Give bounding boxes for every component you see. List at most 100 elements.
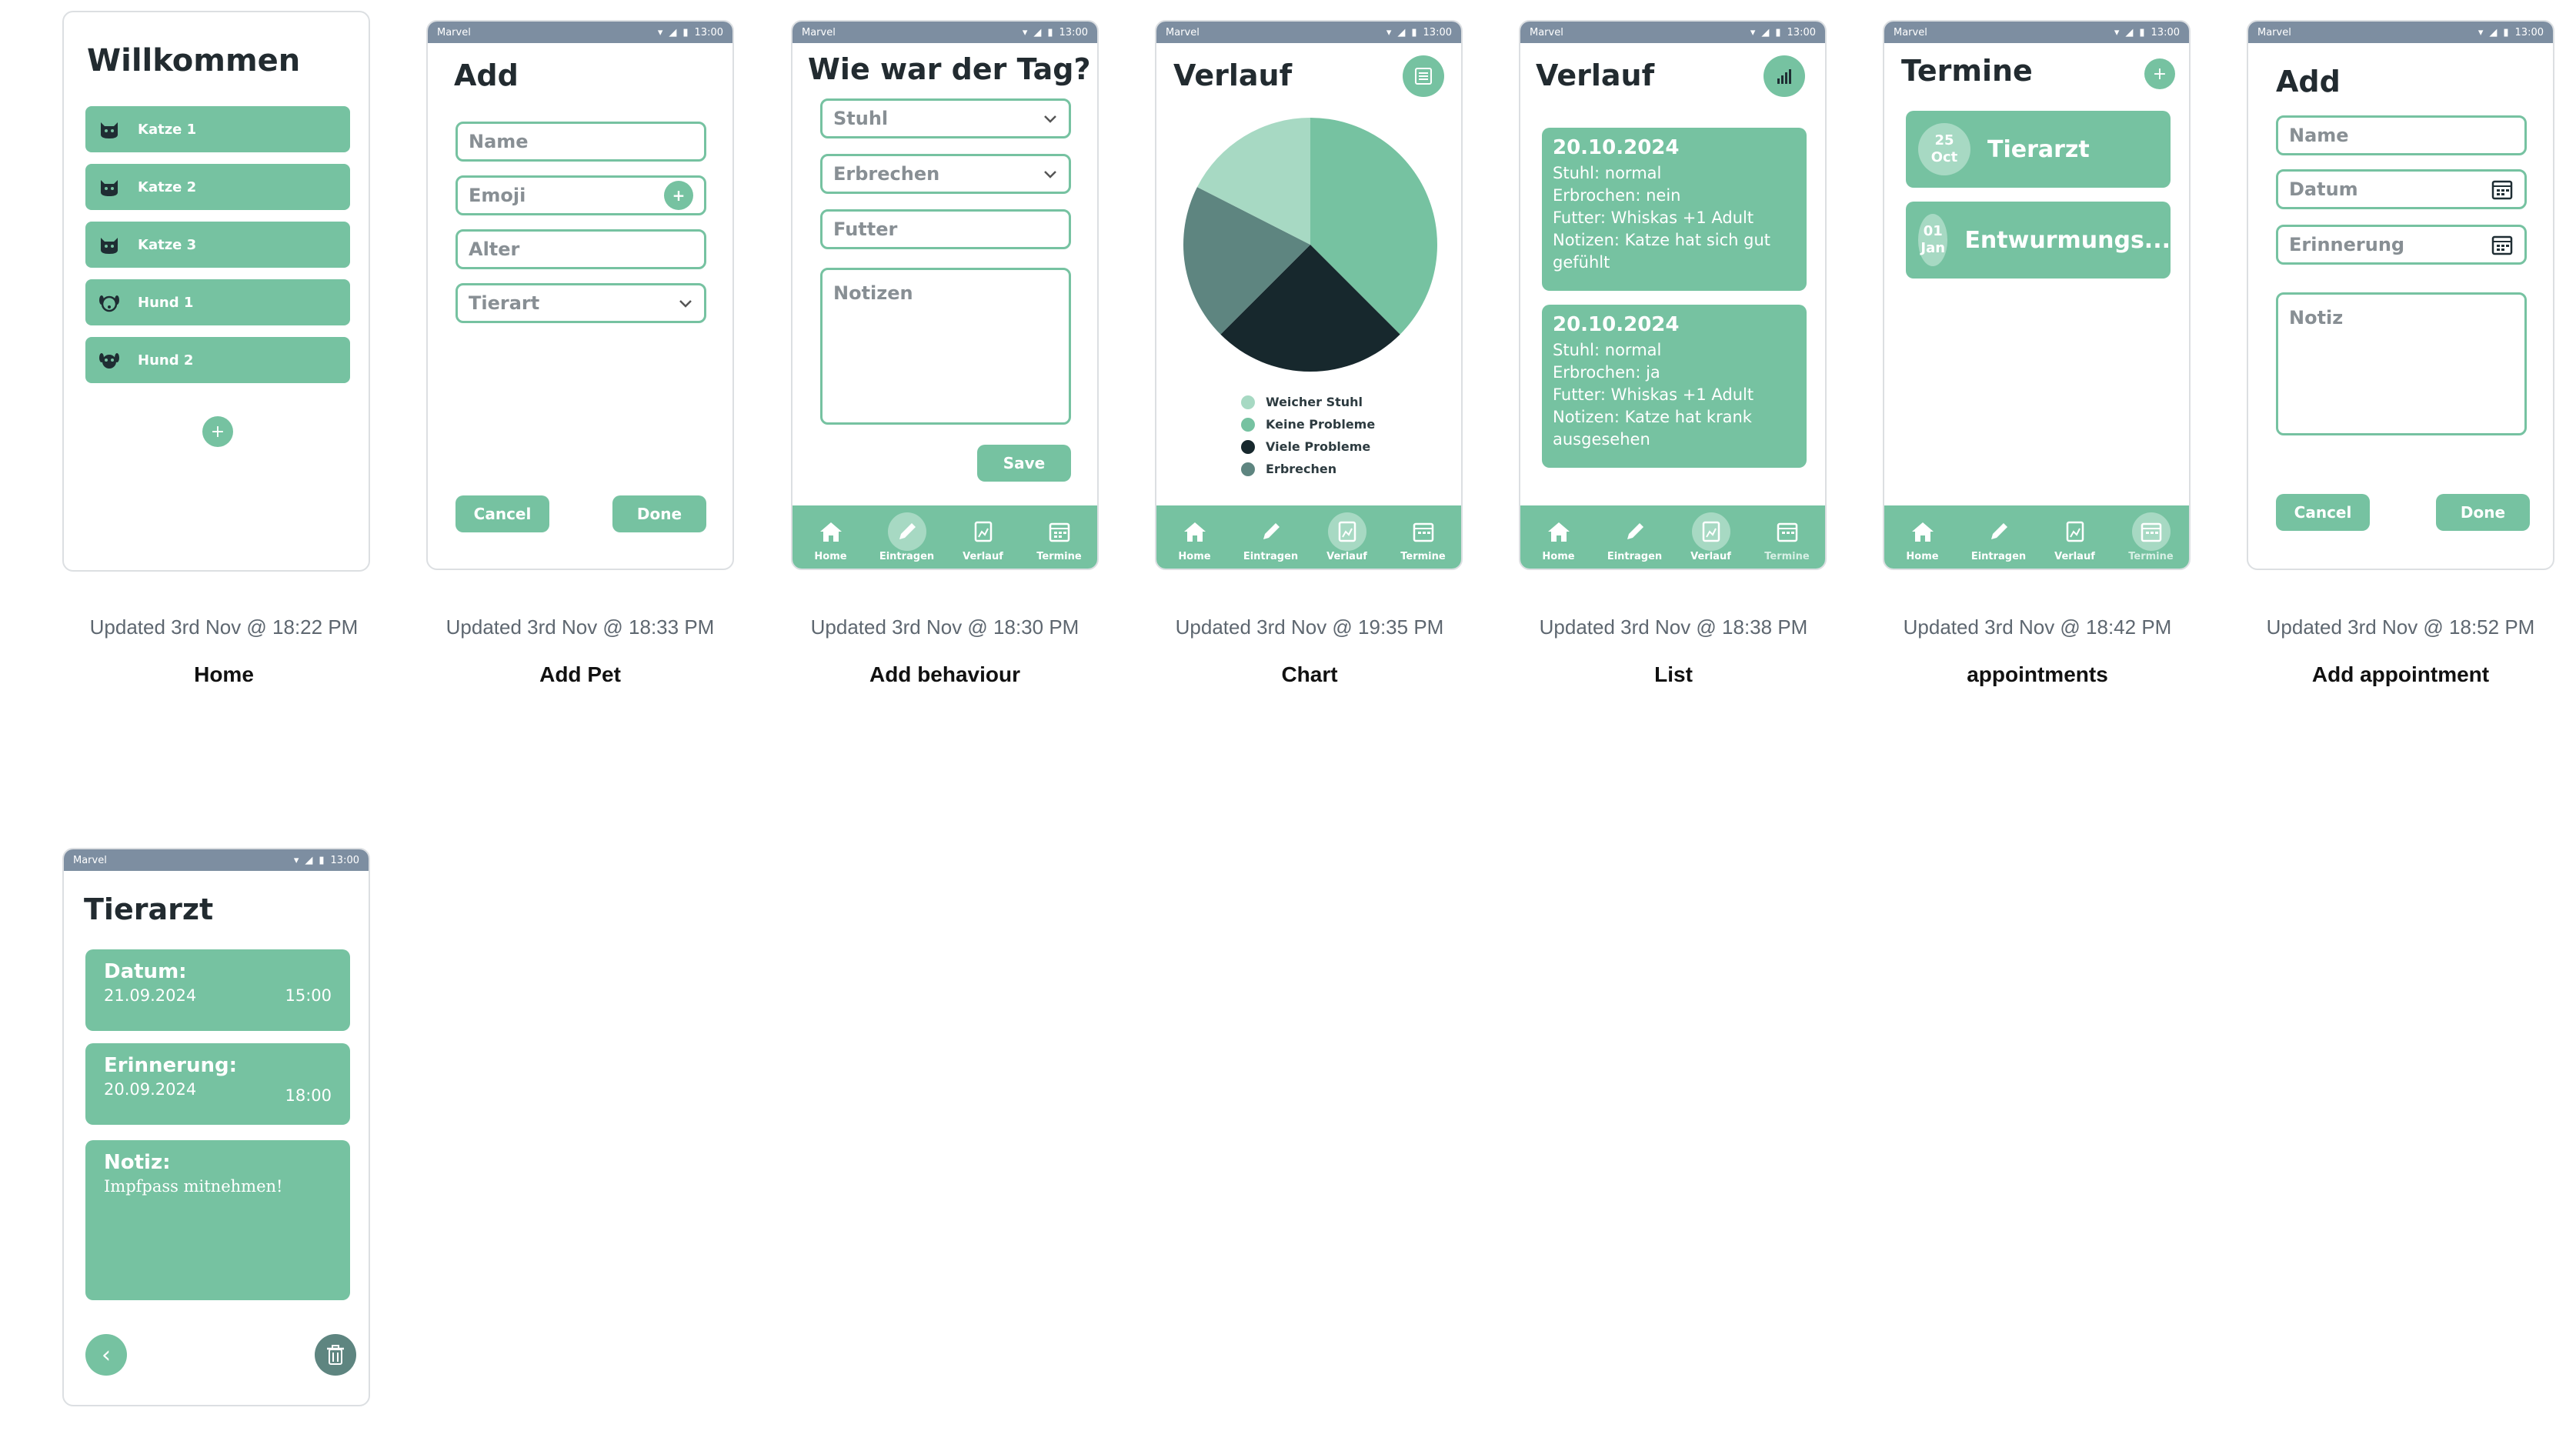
nav-home[interactable]: Home [1524,512,1593,562]
nav-eintragen[interactable]: Eintragen [873,512,942,562]
calendar-icon [2141,522,2161,542]
nav-label: Home [1542,550,1575,562]
wifi-icon: ▾ [1750,26,1756,38]
page-title: Verlauf [1173,58,1293,92]
status-bar: Marvel ▾ ◢ ▮ 13:00 [1156,22,1461,43]
calendar-icon[interactable] [2491,178,2514,201]
cancel-button[interactable]: Cancel [2276,494,2370,531]
history-icon [2066,521,2084,542]
trash-icon [327,1345,344,1365]
wifi-icon: ▾ [293,854,299,866]
save-button[interactable]: Save [977,445,1071,482]
nav-termine[interactable]: Termine [1753,512,1822,562]
calendar-icon [1777,522,1797,542]
nav-verlauf[interactable]: Verlauf [1677,512,1746,562]
calendar-icon[interactable] [2491,233,2514,256]
placeholder-text: Tierart [469,292,540,314]
pie-chart [1183,118,1437,372]
caption-add-appointment: Updated 3rd Nov @ 18:52 PM Add appointme… [2231,615,2570,687]
updated-label: Updated 3rd Nov @ 18:38 PM [1539,615,1808,639]
nav-label: Termine [1400,550,1446,562]
appointment-detail-screen: Marvel ▾ ◢ ▮ 13:00 Tierarzt Datum: 21.09.20… [62,848,370,1406]
back-button[interactable]: ‹ [85,1334,127,1376]
placeholder-text: Stuhl [833,108,889,129]
appointment-name-field[interactable]: Name [2276,115,2527,155]
updated-label: Updated 3rd Nov @ 18:30 PM [810,615,1079,639]
done-button[interactable]: Done [2436,494,2530,531]
nav-home[interactable]: Home [1888,512,1957,562]
add-emoji-button[interactable]: + [664,181,693,210]
list-view-button[interactable] [1403,55,1444,97]
carrier-label: Marvel [1530,26,1563,38]
nav-label: Eintragen [879,550,935,562]
done-button[interactable]: Done [612,495,706,532]
caption-chart: Updated 3rd Nov @ 19:35 PM Chart [1140,615,1479,687]
caption-appointments: Updated 3rd Nov @ 18:42 PM appointments [1868,615,2207,687]
dog-icon [99,353,119,369]
add-appointment-button[interactable]: + [2144,58,2175,89]
clock-label: 13:00 [1787,26,1816,38]
nav-home[interactable]: Home [1160,512,1230,562]
nav-verlauf[interactable]: Verlauf [1313,512,1382,562]
entry-line: Futter: Whiskas +1 Adult [1553,385,1754,404]
date-badge: 01 Jan [1918,214,1948,266]
delete-button[interactable] [315,1334,356,1376]
pet-item-hund-2[interactable]: Hund 2 [85,337,350,383]
appointment-note-field[interactable]: Notiz [2276,292,2527,435]
updated-label: Updated 3rd Nov @ 18:22 PM [89,615,359,639]
appointment-item[interactable]: 25 Oct Tierarzt [1906,111,2171,188]
bottom-nav: Home Eintragen Verlauf Termine [792,505,1097,569]
nav-label: Verlauf [963,550,1003,562]
nav-home[interactable]: Home [796,512,866,562]
pet-item-katze-3[interactable]: Katze 3 [85,222,350,268]
bar-chart-icon [1777,69,1791,84]
nav-termine[interactable]: Termine [1025,512,1094,562]
nav-eintragen[interactable]: Eintragen [1964,512,2034,562]
entry-line: Erbrochen: ja [1553,363,1660,382]
history-entry[interactable]: 20.10.2024 Stuhl: normal Erbrochen: ja F… [1542,305,1807,468]
appointment-item[interactable]: 01 Jan Entwurmungs... [1906,202,2171,279]
nav-termine[interactable]: Termine [1389,512,1458,562]
food-field[interactable]: Futter [820,209,1071,249]
pet-item-katze-2[interactable]: Katze 2 [85,164,350,210]
name-field[interactable]: Name [455,122,706,162]
stool-select[interactable]: Stuhl [820,98,1071,138]
date-card: Datum: 21.09.2024 15:00 [85,949,350,1031]
species-select[interactable]: Tierart [455,283,706,323]
chart-view-button[interactable] [1763,55,1805,97]
signal-icon: ◢ [669,26,677,38]
add-pet-button[interactable]: + [202,416,233,447]
vomit-select[interactable]: Erbrechen [820,154,1071,194]
calendar-icon [1413,522,1433,542]
nav-verlauf[interactable]: Verlauf [949,512,1018,562]
list-screen: Marvel ▾ ◢ ▮ 13:00 Verlauf 20.10.2024 Stuhl… [1519,20,1827,570]
nav-eintragen[interactable]: Eintragen [1600,512,1670,562]
nav-termine[interactable]: Termine [2117,512,2186,562]
nav-label: Verlauf [1326,550,1367,562]
nav-eintragen[interactable]: Eintragen [1236,512,1306,562]
notes-field[interactable]: Notizen [820,268,1071,425]
entry-line: Stuhl: normal [1553,164,1662,182]
history-entry[interactable]: 20.10.2024 Stuhl: normal Erbrochen: nein… [1542,128,1807,291]
nav-verlauf[interactable]: Verlauf [2040,512,2110,562]
age-field[interactable]: Alter [455,229,706,269]
pet-item-hund-1[interactable]: Hund 1 [85,279,350,325]
appointment-reminder-field[interactable]: Erinnerung [2276,225,2527,265]
carrier-label: Marvel [802,26,836,38]
cancel-button[interactable]: Cancel [455,495,549,532]
badge-month: Oct [1930,149,1958,165]
pet-item-katze-1[interactable]: Katze 1 [85,106,350,152]
entry-date: 20.10.2024 [1553,313,1680,336]
placeholder-text: Notizen [833,282,913,304]
note-label: Notiz: [104,1151,171,1174]
badge-day: 01 [1923,223,1943,239]
status-bar: Marvel ▾ ◢ ▮ 13:00 [1520,22,1825,43]
appointment-date-field[interactable]: Datum [2276,169,2527,209]
status-bar: Marvel ▾ ◢ ▮ 13:00 [2248,22,2553,43]
emoji-field[interactable]: Emoji + [455,175,706,215]
cat-icon [101,238,118,254]
wifi-icon: ▾ [657,26,663,38]
entry-date: 20.10.2024 [1553,136,1680,159]
date-badge: 25 Oct [1918,123,1970,175]
battery-icon: ▮ [1775,26,1781,38]
